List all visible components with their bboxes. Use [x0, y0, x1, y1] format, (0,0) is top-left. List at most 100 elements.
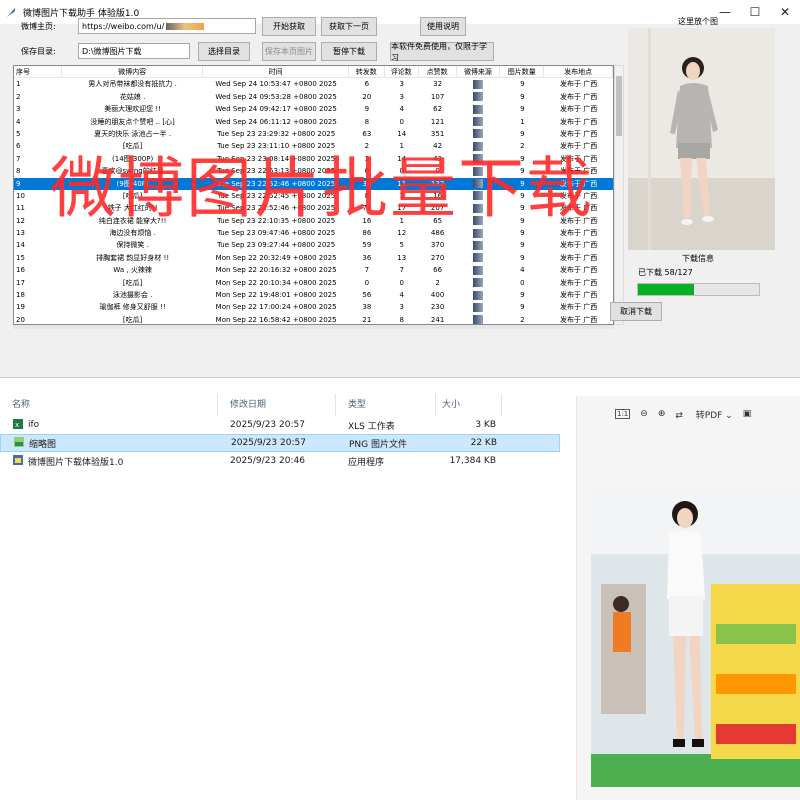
col-date[interactable]: 修改日期 — [218, 394, 336, 416]
col-size[interactable]: 大小 — [436, 394, 502, 416]
table-cell: 发布于 广西 — [560, 241, 598, 250]
home-url-text: https://weibo.com/u/ — [82, 22, 165, 31]
table-cell: Mon Sep 22 20:10:34 +0800 2025 — [215, 278, 337, 287]
table-cell: 8 — [364, 117, 370, 126]
zoom-in-icon[interactable]: ⊕ — [658, 409, 666, 419]
table-cell: 4 — [399, 105, 404, 114]
table-row[interactable]: 1 男人对吊带袜都没有抵抗力 . Wed Sep 24 10:53:47 +0800… — [14, 78, 613, 90]
col-name[interactable]: 名称 — [0, 394, 218, 416]
table-cell: 56 — [362, 291, 372, 300]
table-hscrollbar[interactable] — [13, 325, 614, 329]
table-row[interactable]: 2 花姑娘 . Wed Sep 24 09:53:28 +0800 2025 20 3 1… — [14, 91, 613, 103]
table-cell — [457, 78, 501, 90]
table-cell: 发布于 广西 — [560, 117, 598, 126]
table-cell: Mon Sep 22 20:32:49 +0800 2025 — [215, 253, 337, 262]
table-row[interactable]: 4 没睡的朋友点个赞吧 .. [心] Wed Sep 24 06:11:12 +08… — [14, 116, 613, 128]
source-avatar — [473, 240, 484, 250]
col-type[interactable]: 类型 — [336, 394, 436, 416]
col-header[interactable]: 时间 — [203, 66, 349, 78]
table-cell: 9 — [520, 92, 525, 101]
table-cell: 发布于 广西 — [560, 92, 598, 101]
table-cell: 1 — [520, 117, 525, 126]
col-header[interactable]: 图片数量 — [500, 66, 545, 78]
actual-size-button[interactable]: 1:1 — [615, 409, 631, 419]
save-path-input[interactable]: D:\微博图片下载 — [78, 43, 190, 59]
table-cell: 0 — [520, 278, 525, 287]
table-cell — [457, 301, 501, 313]
scrollbar-thumb[interactable] — [616, 76, 622, 136]
file-row[interactable]: 缩略图 2025/9/23 20:57 PNG 图片文件 22 KB — [0, 434, 560, 452]
table-cell — [457, 264, 501, 276]
file-size: 3 KB — [475, 420, 496, 430]
table-cell: 花姑娘 . — [119, 92, 146, 101]
save-page-images-button[interactable]: 保存本页图片 — [262, 42, 316, 61]
source-avatar — [473, 265, 484, 275]
zoom-out-icon[interactable]: ⊖ — [640, 409, 648, 419]
table-row[interactable]: 20 [吃瓜] Mon Sep 22 16:58:42 +0800 2025 21 8 2… — [14, 314, 613, 324]
table-cell: 0 — [364, 278, 370, 287]
viewer-toolbar: 1:1 ⊖ ⊕ ⇄ 转PDF ⌄ ▣ — [577, 396, 800, 432]
table-cell: 9 — [520, 303, 525, 312]
table-cell: 3 — [399, 92, 404, 101]
table-cell: 9 — [520, 291, 525, 300]
table-cell: 2 — [435, 278, 440, 287]
table-cell: 9 — [520, 80, 525, 89]
file-row[interactable]: 微博图片下载体验版1.0 2025/9/23 20:46 应用程序 17,384 KB — [0, 452, 560, 470]
table-cell: [吃瓜] — [122, 278, 143, 287]
close-button[interactable]: ✕ — [770, 0, 800, 24]
file-size: 22 KB — [470, 438, 497, 448]
file-row[interactable]: x ifo 2025/9/23 20:57 XLS 工作表 3 KB — [0, 416, 560, 434]
table-cell: Wed Sep 24 09:42:17 +0800 2025 — [215, 105, 337, 114]
table-cell: 20 — [362, 92, 372, 101]
file-date: 2025/9/23 20:57 — [230, 420, 305, 430]
table-row[interactable]: 3 美丽大理欢迎您 !! Wed Sep 24 09:42:17 +0800 202… — [14, 103, 613, 115]
home-url-input[interactable]: https://weibo.com/u/ — [78, 18, 256, 34]
home-label: 微博主页: — [21, 22, 56, 31]
table-cell: 9 — [520, 253, 525, 262]
col-header[interactable]: 微博内容 — [62, 66, 204, 78]
help-button[interactable]: 使用说明 — [420, 17, 466, 36]
table-cell — [457, 116, 501, 128]
file-name: 微博图片下载体验版1.0 — [28, 457, 124, 468]
start-button[interactable]: 开始获取 — [262, 17, 316, 36]
col-header[interactable]: 发布地点 — [544, 66, 613, 78]
image-edit-icon[interactable]: ▣ — [743, 409, 752, 419]
choose-dir-button[interactable]: 选择目录 — [198, 42, 250, 61]
table-row[interactable]: 14 保持微笑 . Tue Sep 23 09:27:44 +0800 2025 59… — [14, 239, 613, 251]
table-cell: 没睡的朋友点个赞吧 .. [心] — [90, 117, 175, 126]
table-cell: Wa , 火辣辣 — [113, 266, 152, 275]
table-row[interactable]: 15 排胸套裙 韵显好身材 !! Mon Sep 22 20:32:49 +0800… — [14, 252, 613, 264]
table-cell: 7 — [399, 266, 404, 275]
table-cell: 发布于 广西 — [560, 291, 598, 300]
table-cell: 发布于 广西 — [560, 80, 598, 89]
col-header[interactable]: 评论数 — [385, 66, 419, 78]
table-row[interactable]: 17 [吃瓜] Mon Sep 22 20:10:34 +0800 2025 0 0 2 0… — [14, 277, 613, 289]
table-cell — [457, 91, 501, 103]
table-row[interactable]: 16 Wa , 火辣辣 Mon Sep 22 20:16:32 +0800 2025… — [14, 264, 613, 276]
window-title: 微博图片下载助手 体验版1.0 — [23, 8, 140, 19]
col-header[interactable]: 转发数 — [349, 66, 385, 78]
table-cell: 1 — [16, 80, 21, 89]
table-row[interactable]: 19 瑜伽裤 修身又舒服 !! Mon Sep 22 17:00:24 +0800 … — [14, 301, 613, 313]
notice-label: 本软件免费使用，仅限于学习 — [390, 42, 494, 62]
table-cell: 发布于 广西 — [560, 266, 598, 275]
to-pdf-button[interactable]: ⇄ 转PDF ⌄ — [675, 408, 732, 421]
col-header[interactable]: 点赞数 — [419, 66, 457, 78]
next-page-button[interactable]: 获取下一页 — [321, 17, 377, 36]
table-row[interactable]: 18 泳池摄影会 . Mon Sep 22 19:48:01 +0800 2025 5… — [14, 289, 613, 301]
table-cell: 9 — [520, 105, 525, 114]
viewer-photo — [591, 484, 800, 787]
table-cell: 270 — [430, 253, 445, 262]
cancel-download-button[interactable]: 取消下载 — [610, 302, 662, 321]
source-avatar — [473, 290, 484, 300]
table-cell: 3 — [16, 105, 21, 114]
table-scrollbar[interactable] — [614, 65, 624, 325]
table-cell — [457, 277, 501, 289]
table-cell: 6 — [364, 80, 370, 89]
table-header: 序号 微博内容 时间 转发数 评论数 点赞数 微博来源 图片数量 发布地点 — [14, 66, 613, 79]
col-header[interactable]: 序号 — [14, 66, 62, 78]
col-header[interactable]: 微博来源 — [457, 66, 501, 78]
pause-button[interactable]: 暂停下载 — [321, 42, 377, 61]
source-avatar — [473, 278, 484, 288]
table-cell: 发布于 广西 — [560, 303, 598, 312]
